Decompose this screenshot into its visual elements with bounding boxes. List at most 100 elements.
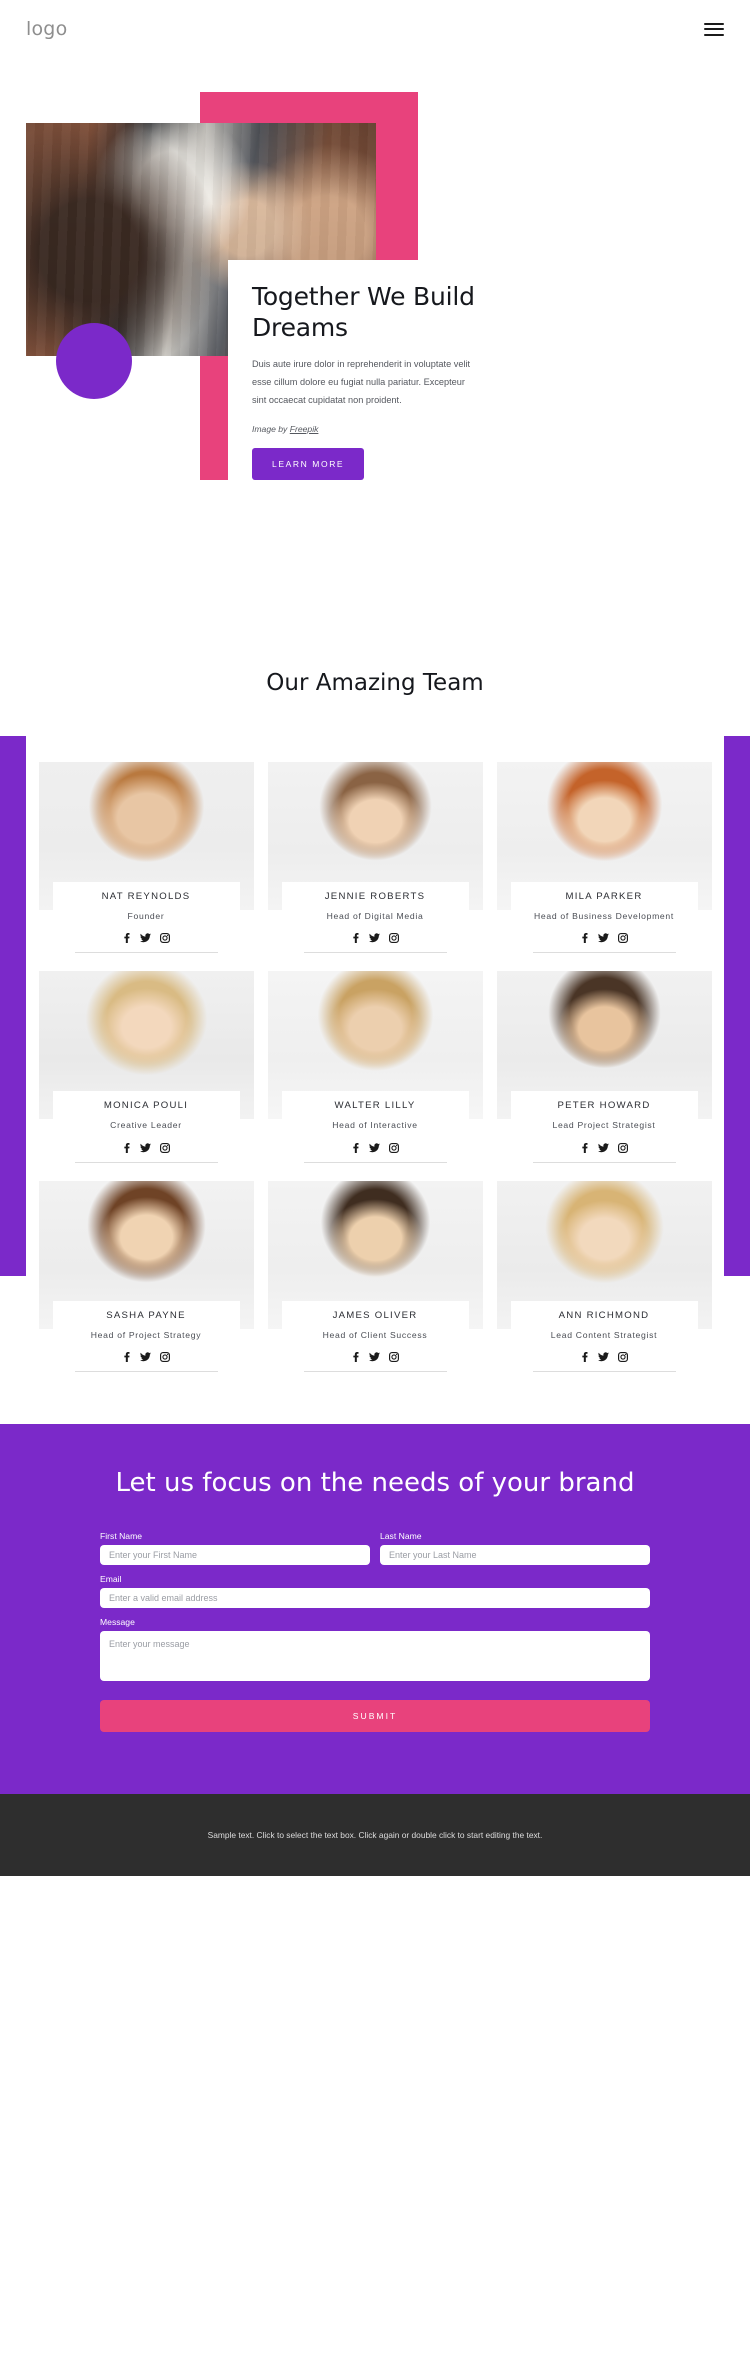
instagram-icon[interactable] — [159, 933, 170, 944]
burger-line — [704, 33, 724, 36]
email-label: Email — [100, 1574, 122, 1585]
member-socials — [532, 933, 676, 954]
cta-bottom-spacer — [0, 1732, 750, 1794]
team-member-card[interactable]: WALTER LILLY Head of Interactive — [267, 971, 483, 1163]
facebook-icon[interactable] — [352, 1142, 360, 1153]
team-member-card[interactable]: JENNIE ROBERTS Head of Digital Media — [267, 762, 483, 954]
member-info-plate: JENNIE ROBERTS Head of Digital Media — [281, 882, 469, 954]
last-name-field-group: Last Name — [380, 1531, 650, 1566]
instagram-icon[interactable] — [388, 933, 399, 944]
member-role: Head of Interactive — [332, 1120, 418, 1131]
hero-credit-prefix: Image by — [252, 423, 290, 434]
team-row: MONICA POULI Creative Leader WALTER LILLY H… — [38, 971, 712, 1163]
member-info-plate: PETER HOWARD Lead Project Strategist — [510, 1091, 698, 1163]
facebook-icon[interactable] — [581, 1142, 589, 1153]
hero-title: Together We Build Dreams — [252, 282, 475, 342]
member-socials — [303, 933, 447, 954]
member-role: Head of Business Development — [534, 911, 674, 921]
message-field-group: Message — [100, 1617, 650, 1686]
facebook-icon[interactable] — [123, 933, 131, 944]
facebook-icon[interactable] — [581, 1352, 589, 1363]
team-row: NAT REYNOLDS Founder JENNIE ROBERTS Head of… — [38, 762, 712, 954]
team-grid: NAT REYNOLDS Founder JENNIE ROBERTS Head of… — [26, 736, 724, 1399]
member-name: WALTER LILLY — [334, 1100, 416, 1112]
team-member-card[interactable]: MILA PARKER Head of Business Development — [496, 762, 712, 954]
team-member-card[interactable]: SASHA PAYNE Head of Project Strategy — [38, 1180, 254, 1373]
instagram-icon[interactable] — [388, 1352, 399, 1363]
instagram-icon[interactable] — [617, 1142, 628, 1153]
instagram-icon[interactable] — [617, 1352, 628, 1363]
facebook-icon[interactable] — [581, 933, 589, 944]
member-name: MILA PARKER — [565, 891, 643, 902]
last-name-input[interactable] — [380, 1545, 650, 1566]
twitter-icon[interactable] — [139, 1143, 151, 1153]
site-logo[interactable]: logo — [26, 18, 67, 40]
twitter-icon[interactable] — [597, 1143, 609, 1153]
hero-description: Duis aute irure dolor in reprehenderit i… — [252, 359, 471, 405]
cta-title: Let us focus on the needs of your brand — [115, 1468, 635, 1499]
message-label: Message — [100, 1617, 135, 1628]
member-role: Founder — [127, 911, 165, 921]
first-name-input[interactable] — [100, 1545, 370, 1566]
hero-section: Together We Build Dreams Duis aute irure… — [0, 58, 750, 658]
twitter-icon[interactable] — [368, 1143, 380, 1153]
member-role: Head of Digital Media — [326, 911, 424, 921]
team-member-card[interactable]: JAMES OLIVER Head of Client Success — [267, 1180, 483, 1373]
member-name: PETER HOWARD — [557, 1100, 651, 1112]
hero-image-credit: Image by Freepik — [252, 424, 480, 434]
hamburger-menu-icon[interactable] — [704, 22, 724, 36]
hero-credit-link[interactable]: Freepik — [290, 424, 319, 434]
twitter-icon[interactable] — [597, 1352, 609, 1362]
instagram-icon[interactable] — [617, 933, 628, 944]
instagram-icon[interactable] — [159, 1142, 170, 1153]
team-member-card[interactable]: PETER HOWARD Lead Project Strategist — [496, 971, 712, 1163]
burger-line — [704, 22, 724, 25]
twitter-icon[interactable] — [368, 933, 380, 943]
team-member-card[interactable]: ANN RICHMOND Lead Content Strategist — [496, 1180, 712, 1373]
facebook-icon[interactable] — [123, 1352, 131, 1363]
submit-button[interactable]: SUBMIT — [100, 1700, 650, 1733]
member-role: Head of Project Strategy — [90, 1329, 202, 1340]
twitter-icon[interactable] — [597, 933, 609, 943]
member-role: Creative Leader — [110, 1120, 182, 1131]
team-member-card[interactable]: MONICA POULI Creative Leader — [38, 971, 254, 1163]
footer-text: Sample text. Click to select the text bo… — [207, 1830, 543, 1841]
team-member-card[interactable]: NAT REYNOLDS Founder — [38, 762, 254, 954]
message-textarea[interactable] — [100, 1631, 650, 1682]
member-info-plate: JAMES OLIVER Head of Client Success — [281, 1300, 469, 1373]
team-section: Our Amazing Team NAT REYNOLDS Founder JENN… — [0, 670, 750, 1424]
instagram-icon[interactable] — [159, 1352, 170, 1363]
member-info-plate: MILA PARKER Head of Business Development — [510, 882, 698, 954]
member-socials — [532, 1352, 676, 1373]
twitter-icon[interactable] — [139, 933, 151, 943]
team-credit-link[interactable]: Freepik — [379, 1414, 407, 1424]
twitter-icon[interactable] — [139, 1352, 151, 1362]
member-name: JAMES OLIVER — [332, 1309, 418, 1321]
member-info-plate: NAT REYNOLDS Founder — [52, 882, 240, 954]
member-socials — [74, 1142, 218, 1163]
twitter-icon[interactable] — [368, 1352, 380, 1362]
member-socials — [532, 1142, 676, 1163]
member-name: SASHA PAYNE — [106, 1309, 186, 1321]
cta-section: Let us focus on the needs of your brand … — [0, 1424, 750, 1795]
hero-purple-circle — [56, 323, 132, 399]
team-section-title: Our Amazing Team — [266, 670, 484, 696]
member-info-plate: SASHA PAYNE Head of Project Strategy — [52, 1300, 240, 1373]
name-row: First Name Last Name — [100, 1531, 650, 1574]
team-credit-prefix: Image by — [342, 1414, 380, 1425]
member-socials — [74, 933, 218, 954]
member-name: JENNIE ROBERTS — [324, 891, 426, 902]
learn-more-button[interactable]: LEARN MORE — [252, 447, 365, 480]
email-input[interactable] — [100, 1588, 650, 1609]
team-image-credit: Image by Freepik — [0, 1414, 750, 1424]
instagram-icon[interactable] — [388, 1142, 399, 1153]
team-grid-wrapper: NAT REYNOLDS Founder JENNIE ROBERTS Head of… — [0, 736, 750, 1424]
facebook-icon[interactable] — [352, 1352, 360, 1363]
site-header: logo — [0, 0, 750, 58]
member-name: ANN RICHMOND — [558, 1309, 650, 1321]
facebook-icon[interactable] — [123, 1142, 131, 1153]
email-field-group: Email — [100, 1574, 650, 1609]
facebook-icon[interactable] — [352, 933, 360, 944]
burger-line — [704, 28, 724, 30]
member-info-plate: ANN RICHMOND Lead Content Strategist — [510, 1300, 698, 1373]
